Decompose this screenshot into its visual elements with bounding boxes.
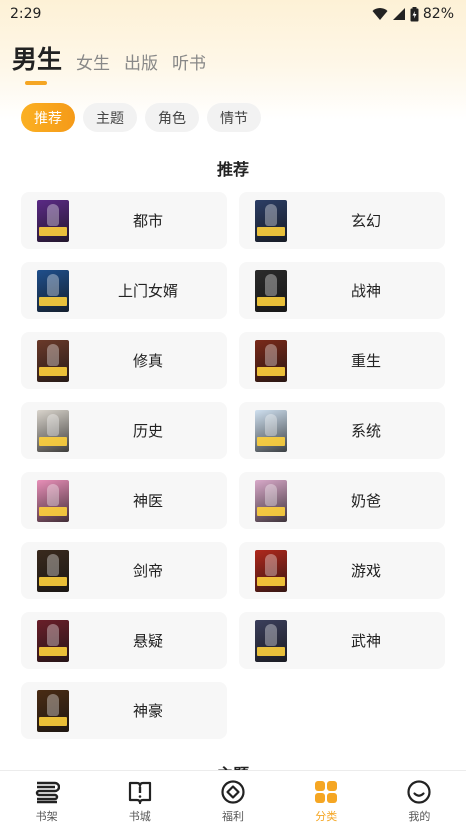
category-card[interactable]: 上门女婿 — [21, 262, 227, 319]
gender-tabs: 男生 女生 出版 听书 — [12, 36, 206, 85]
book-store-icon — [128, 781, 151, 805]
status-icons: 82% — [372, 6, 454, 22]
nav-label: 我的 — [408, 810, 431, 823]
tab-publish[interactable]: 出版 — [124, 52, 158, 76]
category-label: 历史 — [132, 422, 163, 440]
nav-label: 书架 — [35, 810, 58, 823]
section-title: 推荐 — [216, 160, 249, 179]
book-cover — [37, 200, 69, 242]
cellular-signal-icon — [392, 8, 405, 20]
category-label: 神医 — [132, 492, 163, 510]
nav-welfare[interactable]: 福利 — [186, 771, 279, 828]
category-card[interactable]: 神医 — [21, 472, 227, 529]
wifi-icon — [372, 8, 388, 20]
book-cover — [255, 270, 287, 312]
category-label: 修真 — [132, 352, 163, 370]
category-label: 系统 — [350, 422, 381, 440]
book-cover — [37, 480, 69, 522]
next-section-title: 主题 — [0, 760, 466, 770]
book-cover — [255, 620, 287, 662]
welfare-icon — [221, 780, 245, 804]
category-card[interactable]: 神豪 — [21, 682, 227, 739]
tab-audiobook[interactable]: 听书 — [172, 52, 206, 76]
category-label: 悬疑 — [132, 632, 163, 650]
book-cover — [255, 480, 287, 522]
nav-label: 书城 — [128, 810, 151, 823]
category-label: 奶爸 — [350, 492, 381, 510]
chip-theme[interactable]: 主题 — [83, 103, 137, 132]
nav-label: 福利 — [222, 810, 244, 823]
category-label: 神豪 — [132, 702, 163, 720]
category-label: 都市 — [132, 212, 163, 230]
nav-bookstore[interactable]: 书城 — [93, 771, 186, 828]
bookshelf-icon — [35, 781, 60, 804]
category-label: 玄幻 — [350, 212, 381, 230]
chip-role[interactable]: 角色 — [145, 103, 199, 132]
book-cover — [37, 270, 69, 312]
battery-level: 82% — [422, 6, 454, 22]
nav-label: 分类 — [315, 810, 338, 823]
category-label: 游戏 — [350, 562, 381, 580]
category-card[interactable]: 修真 — [21, 332, 227, 389]
tab-female[interactable]: 女生 — [76, 52, 110, 76]
category-card[interactable]: 奶爸 — [239, 472, 445, 529]
book-cover — [37, 620, 69, 662]
category-card[interactable]: 系统 — [239, 402, 445, 459]
book-cover — [37, 690, 69, 732]
book-cover — [255, 200, 287, 242]
status-bar: 2:29 82% — [0, 0, 466, 28]
book-cover — [37, 550, 69, 592]
category-card[interactable]: 历史 — [21, 402, 227, 459]
nav-category[interactable]: 分类 — [280, 771, 373, 828]
category-icon — [315, 781, 338, 803]
category-card[interactable]: 游戏 — [239, 542, 445, 599]
category-card[interactable]: 武神 — [239, 612, 445, 669]
status-time: 2:29 — [10, 6, 42, 22]
book-cover — [255, 340, 287, 382]
category-card[interactable]: 战神 — [239, 262, 445, 319]
category-label: 战神 — [350, 282, 381, 300]
category-card[interactable]: 玄幻 — [239, 192, 445, 249]
category-label: 上门女婿 — [117, 282, 178, 300]
tab-male[interactable]: 男生 — [12, 44, 62, 85]
category-label: 武神 — [350, 632, 381, 650]
profile-icon — [407, 780, 432, 804]
book-cover — [255, 410, 287, 452]
bottom-nav: 书架 书城 福利 分类 我的 — [0, 770, 466, 828]
book-cover — [37, 410, 69, 452]
chip-plot[interactable]: 情节 — [207, 103, 261, 132]
category-card[interactable]: 重生 — [239, 332, 445, 389]
book-cover — [255, 550, 287, 592]
category-card[interactable]: 悬疑 — [21, 612, 227, 669]
book-cover — [37, 340, 69, 382]
chip-recommend[interactable]: 推荐 — [21, 103, 75, 132]
category-card[interactable]: 都市 — [21, 192, 227, 249]
category-grid: 都市 玄幻 上门女婿 战神 修真 重生 历史 系统 神医 奶爸 剑帝 游戏 悬疑… — [21, 192, 445, 739]
nav-profile[interactable]: 我的 — [373, 771, 466, 828]
category-label: 重生 — [350, 352, 381, 370]
nav-bookshelf[interactable]: 书架 — [0, 771, 93, 828]
filter-chips: 推荐 主题 角色 情节 — [21, 103, 261, 132]
category-card[interactable]: 剑帝 — [21, 542, 227, 599]
battery-icon — [410, 6, 419, 21]
category-label: 剑帝 — [132, 562, 163, 580]
